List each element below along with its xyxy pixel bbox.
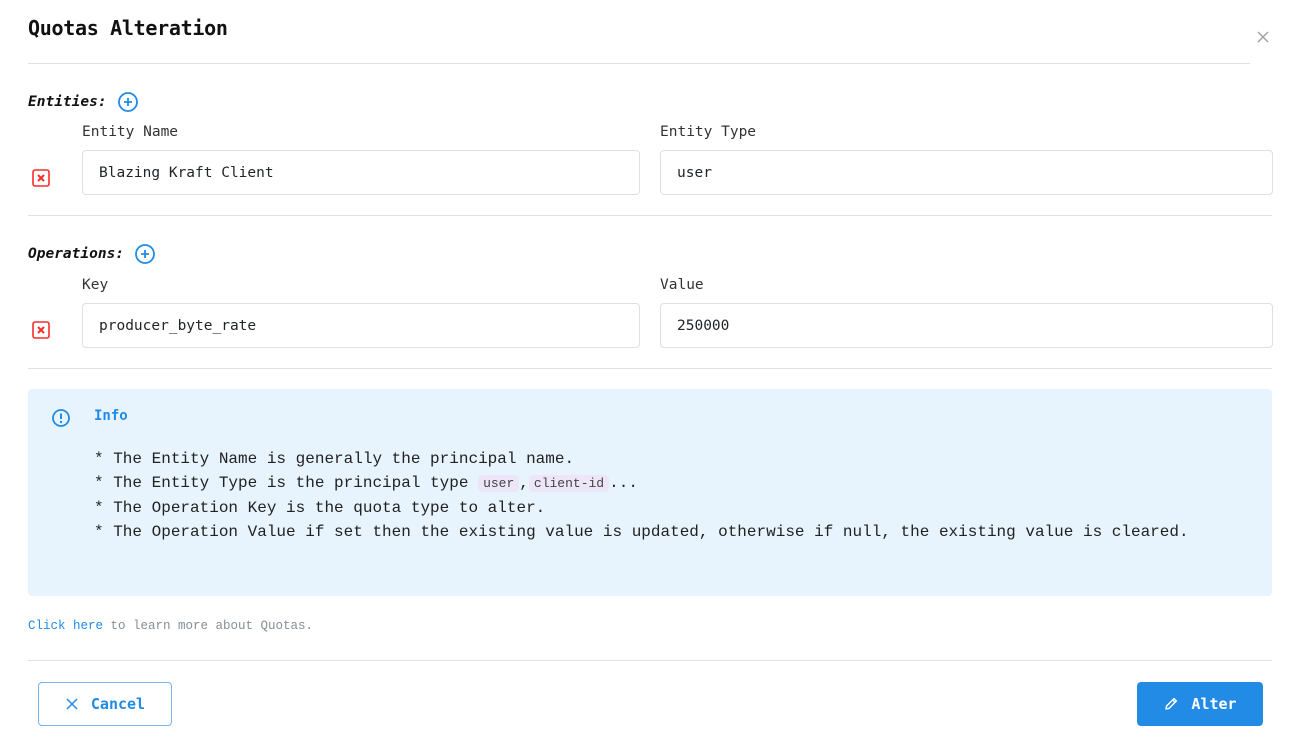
learn-more-rest: to learn more about Quotas. [103,619,314,633]
cancel-label: Cancel [90,695,146,713]
learn-more-text: Click here to learn more about Quotas. [28,619,313,633]
info-text: , [519,474,529,492]
x-icon [66,698,78,710]
remove-entity-button[interactable] [32,169,50,187]
entities-heading: Entities: [28,94,107,110]
info-body: * The Entity Name is generally the princ… [94,447,1234,544]
add-operation-button[interactable] [134,243,156,265]
operation-value-input[interactable] [660,303,1273,348]
close-icon [1257,31,1269,43]
square-x-icon [32,169,50,187]
cancel-button[interactable]: Cancel [38,682,172,726]
info-line: * The Entity Name is generally the princ… [94,450,575,468]
pencil-icon [1165,697,1178,710]
info-line: * The Operation Value if set then the ex… [94,523,1189,541]
operations-section-header: Operations: [28,243,156,265]
info-alert: Info * The Entity Name is generally the … [28,389,1272,596]
alter-label: Alter [1191,695,1237,713]
square-x-icon [32,321,50,339]
dialog-title: Quotas Alteration [28,16,228,40]
remove-operation-button[interactable] [32,321,50,339]
code-user: user [478,475,520,492]
entities-section-header: Entities: [28,91,139,113]
add-entity-button[interactable] [117,91,139,113]
info-text: * The Entity Type is the principal type [94,474,479,492]
entity-name-input[interactable] [82,150,640,195]
operation-value-label: Value [660,277,704,293]
entity-type-label: Entity Type [660,124,757,140]
operations-divider [28,368,1272,369]
info-line: * The Entity Type is the principal type … [94,471,1234,496]
info-line: * The Operation Key is the quota type to… [94,499,546,517]
entities-divider [28,215,1272,216]
alter-button[interactable]: Alter [1137,682,1263,726]
info-title: Info [94,408,128,424]
plus-circle-icon [117,92,138,112]
plus-circle-icon [135,244,155,264]
code-client-id: client-id [528,475,610,492]
footer-divider [28,660,1272,661]
header-divider [28,63,1250,64]
operation-key-label: Key [82,277,109,293]
close-button[interactable] [1254,28,1274,48]
info-circle-icon [52,409,70,427]
operation-key-input[interactable] [82,303,640,348]
learn-more-link[interactable]: Click here [28,619,103,633]
entity-name-label: Entity Name [82,124,179,140]
info-text: ... [609,474,638,492]
entity-type-input[interactable] [660,150,1273,195]
operations-heading: Operations: [28,246,125,262]
